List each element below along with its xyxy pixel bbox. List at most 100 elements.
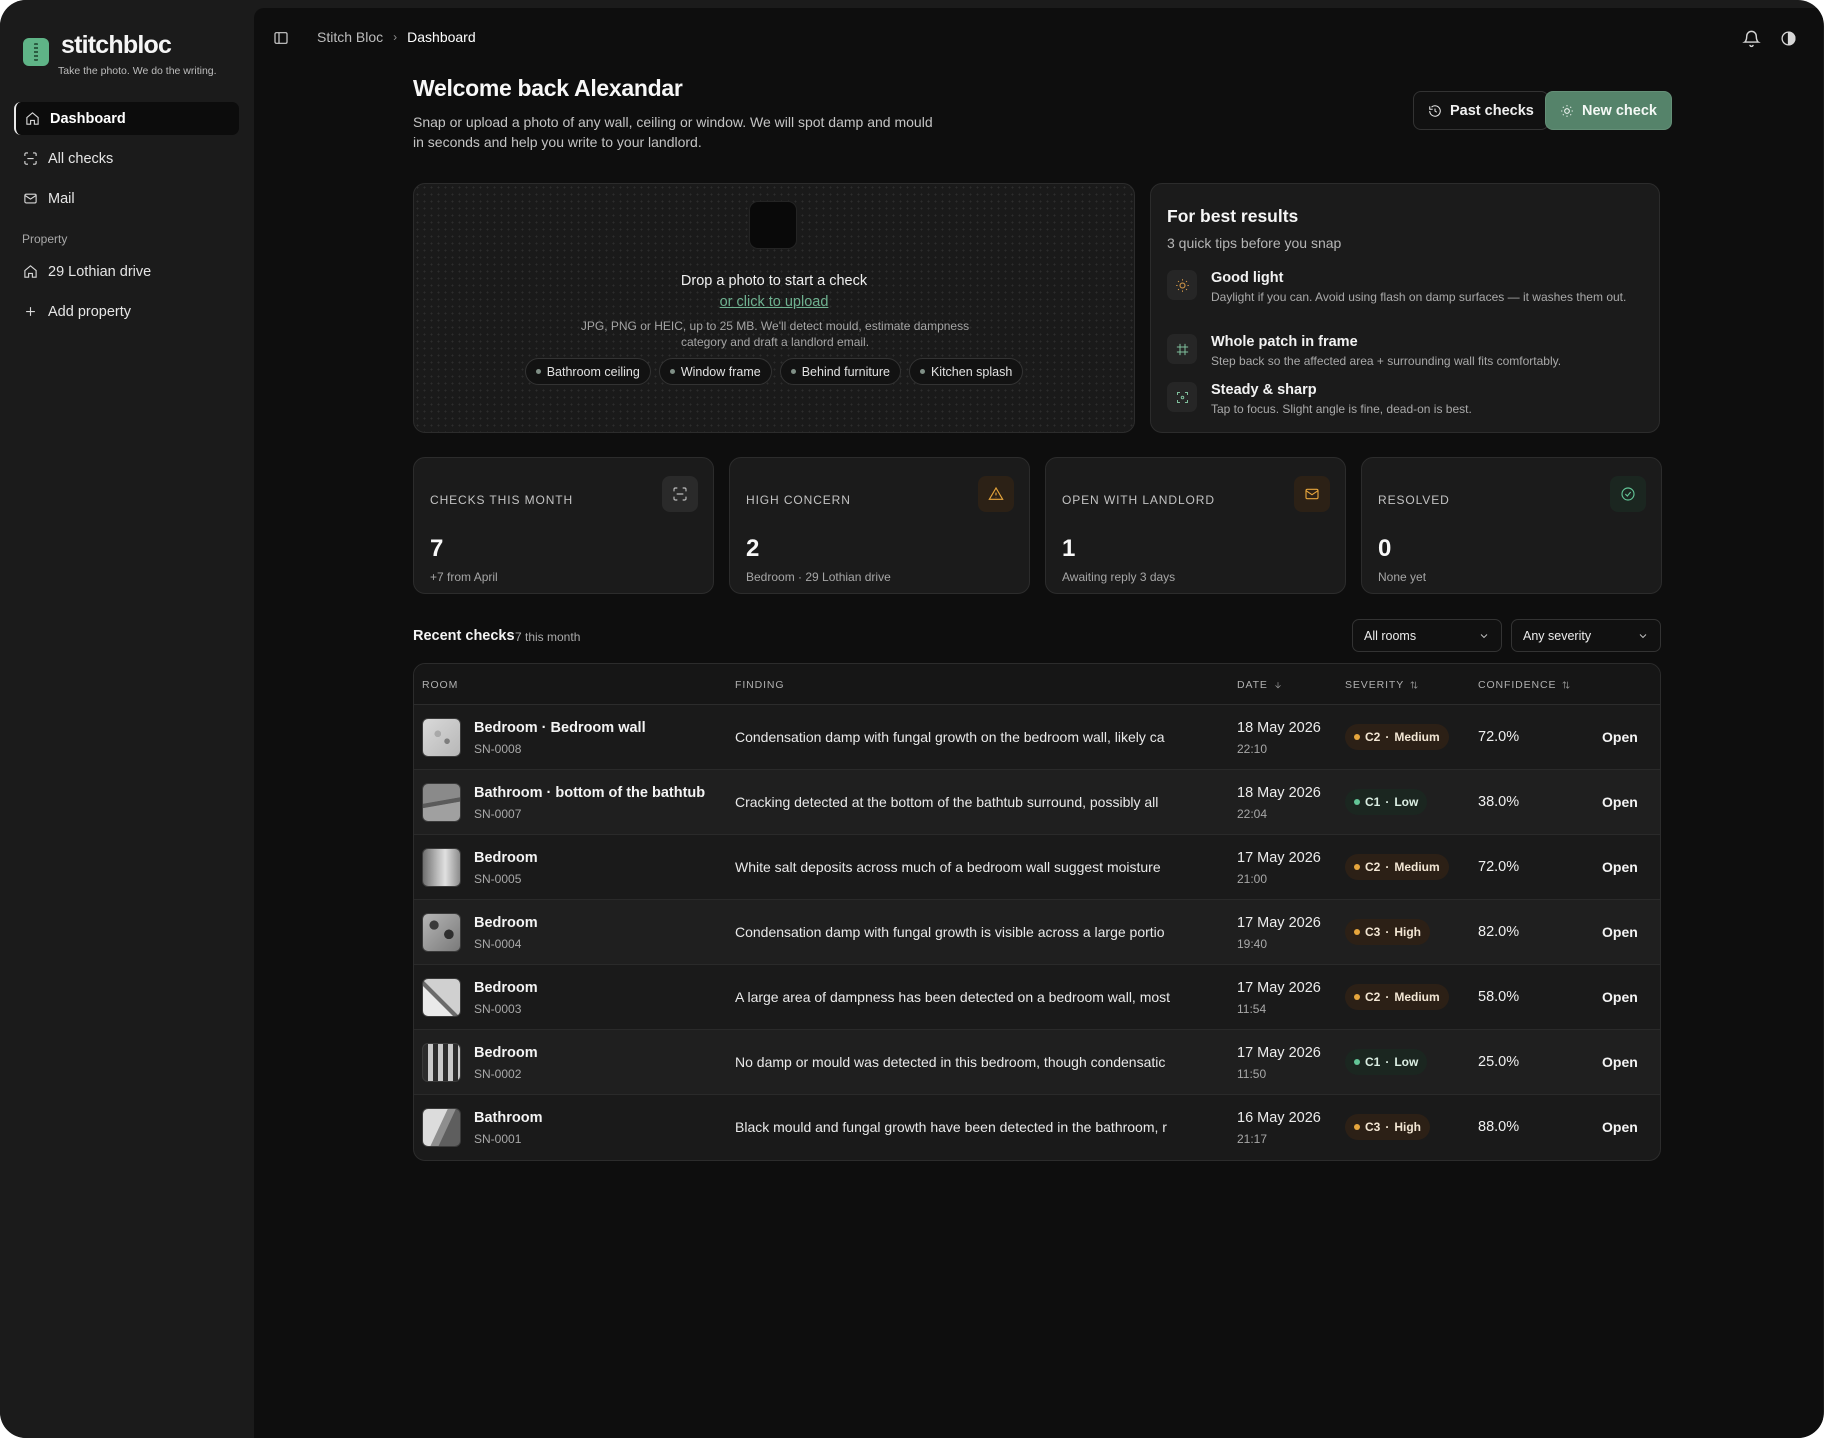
rooms-filter-select[interactable]: All rooms: [1352, 619, 1502, 652]
open-link[interactable]: Open: [1602, 794, 1638, 810]
row-time: 11:50: [1237, 1067, 1267, 1081]
brand-logo[interactable]: stitchbloc: [23, 30, 172, 66]
stat-value: 2: [746, 535, 760, 562]
stat-value: 1: [1062, 535, 1076, 562]
severity-badge: C1 · Low: [1345, 789, 1428, 815]
status-dot-icon: [1354, 929, 1360, 935]
column-header-date[interactable]: DATE: [1237, 679, 1283, 691]
row-confidence: 82.0%: [1478, 924, 1520, 940]
severity-filter-select[interactable]: Any severity: [1511, 619, 1661, 652]
tip-description: Daylight if you can. Avoid using flash o…: [1211, 290, 1627, 304]
open-link[interactable]: Open: [1602, 924, 1638, 940]
row-confidence: 88.0%: [1478, 1119, 1520, 1135]
column-label: CONFIDENCE: [1478, 679, 1557, 691]
status-dot-icon: [1354, 799, 1360, 805]
stat-label: RESOLVED: [1378, 493, 1450, 507]
scan-icon: [662, 476, 698, 512]
severity-badge: C1 · Low: [1345, 1049, 1428, 1075]
sidebar-toggle-icon[interactable]: [273, 30, 289, 46]
tips-card: For best results 3 quick tips before you…: [1150, 183, 1660, 433]
column-label: FINDING: [735, 679, 785, 691]
stat-label: HIGH CONCERN: [746, 493, 851, 507]
table-row[interactable]: Bedroom SN-0005 White salt deposits acro…: [414, 835, 1660, 900]
status-dot-icon: [1354, 734, 1360, 740]
column-label: DATE: [1237, 679, 1268, 691]
severity-code: C2: [1365, 990, 1381, 1004]
row-time: 21:00: [1237, 872, 1268, 886]
column-label: ROOM: [422, 679, 459, 691]
theme-toggle-icon[interactable]: [1780, 30, 1797, 47]
stat-note: Awaiting reply 3 days: [1062, 570, 1176, 584]
row-confidence: 58.0%: [1478, 989, 1520, 1005]
row-code: SN-0005: [474, 872, 522, 886]
scan-icon: [24, 152, 37, 165]
severity-separator: ·: [1385, 990, 1390, 1004]
sidebar-item-mail[interactable]: Mail: [14, 182, 239, 215]
row-room: Bedroom: [474, 980, 538, 996]
past-checks-button[interactable]: Past checks: [1413, 91, 1549, 130]
row-room: Bedroom: [474, 850, 538, 866]
table-row[interactable]: Bathroom · bottom of the bathtub SN-0007…: [414, 770, 1660, 835]
sidebar-item-all-checks[interactable]: All checks: [14, 142, 239, 175]
chevron-down-icon: [1639, 633, 1647, 638]
chip-window-frame[interactable]: Window frame: [658, 358, 772, 385]
table-row[interactable]: Bedroom SN-0004 Condensation damp with f…: [414, 900, 1660, 965]
row-time: 19:40: [1237, 937, 1268, 951]
column-header-room[interactable]: ROOM: [422, 679, 458, 691]
row-confidence: 25.0%: [1478, 1054, 1520, 1070]
bell-icon[interactable]: [1742, 29, 1761, 48]
photo-thumbnail: [422, 978, 461, 1017]
sidebar-item-dashboard[interactable]: Dashboard: [14, 102, 239, 135]
upload-dropzone[interactable]: Drop a photo to start a check or click t…: [413, 183, 1135, 433]
new-check-button[interactable]: New check: [1545, 91, 1672, 130]
topbar: Stitch Bloc › Dashboard: [254, 8, 1823, 70]
click-to-upload-link[interactable]: or click to upload: [414, 294, 1134, 310]
chip-kitchen-splash[interactable]: Kitchen splash: [908, 358, 1024, 385]
tip-title: Good light: [1211, 270, 1284, 286]
chip-behind-furniture[interactable]: Behind furniture: [779, 358, 901, 385]
sidebar-item-add-property[interactable]: Add property: [14, 295, 239, 328]
sidebar-item-property[interactable]: 29 Lothian drive: [14, 255, 239, 288]
row-room: Bedroom · Bedroom wall: [474, 720, 646, 736]
row-code: SN-0001: [474, 1132, 522, 1146]
stat-card-high-concern: HIGH CONCERN 2 Bedroom · 29 Lothian driv…: [729, 457, 1030, 594]
breadcrumb-item[interactable]: Stitch Bloc: [317, 29, 383, 45]
row-code: SN-0004: [474, 937, 522, 951]
severity-separator: ·: [1385, 1120, 1390, 1134]
column-header-finding[interactable]: FINDING: [735, 679, 784, 691]
main-content: Stitch Bloc › Dashboard Welcome back Ale…: [254, 8, 1823, 1438]
table-row[interactable]: Bedroom SN-0002 No damp or mould was det…: [414, 1030, 1660, 1095]
warning-icon: [978, 476, 1014, 512]
row-finding: No damp or mould was detected in this be…: [735, 1054, 1166, 1070]
sidebar: stitchbloc Take the photo. We do the wri…: [0, 0, 254, 1438]
column-header-confidence[interactable]: CONFIDENCE: [1478, 679, 1571, 691]
table-row[interactable]: Bedroom · Bedroom wall SN-0008 Condensat…: [414, 705, 1660, 770]
chip-bathroom-ceiling[interactable]: Bathroom ceiling: [524, 358, 651, 385]
photo-thumbnail: [422, 718, 461, 757]
row-date: 17 May 2026: [1237, 850, 1321, 866]
stat-note: None yet: [1378, 570, 1427, 584]
table-row[interactable]: Bedroom SN-0003 A large area of dampness…: [414, 965, 1660, 1030]
brand-name: stitchbloc: [61, 31, 172, 59]
sidebar-item-label: All checks: [48, 150, 114, 167]
sidebar-item-label: 29 Lothian drive: [48, 263, 152, 280]
plus-icon: [26, 307, 35, 316]
open-link[interactable]: Open: [1602, 859, 1638, 875]
open-link[interactable]: Open: [1602, 989, 1638, 1005]
column-header-severity[interactable]: SEVERITY: [1345, 679, 1419, 691]
open-link[interactable]: Open: [1602, 1119, 1638, 1135]
row-finding: Black mould and fungal growth have been …: [735, 1119, 1167, 1135]
table-row[interactable]: Bathroom SN-0001 Black mould and fungal …: [414, 1095, 1660, 1160]
sidebar-section-label: Property: [22, 232, 68, 246]
row-date: 18 May 2026: [1237, 785, 1321, 801]
open-link[interactable]: Open: [1602, 729, 1638, 745]
sort-icon: [1410, 681, 1418, 689]
breadcrumb-current: Dashboard: [407, 29, 476, 45]
open-link[interactable]: Open: [1602, 1054, 1638, 1070]
recent-checks-count: 7 this month: [515, 630, 581, 644]
chevron-right-icon: ›: [393, 30, 398, 44]
dropzone-title: Drop a photo to start a check: [680, 273, 868, 289]
past-checks-label: Past checks: [1450, 102, 1534, 119]
brand-logo-icon: [23, 38, 49, 66]
row-room: Bedroom: [474, 915, 538, 931]
